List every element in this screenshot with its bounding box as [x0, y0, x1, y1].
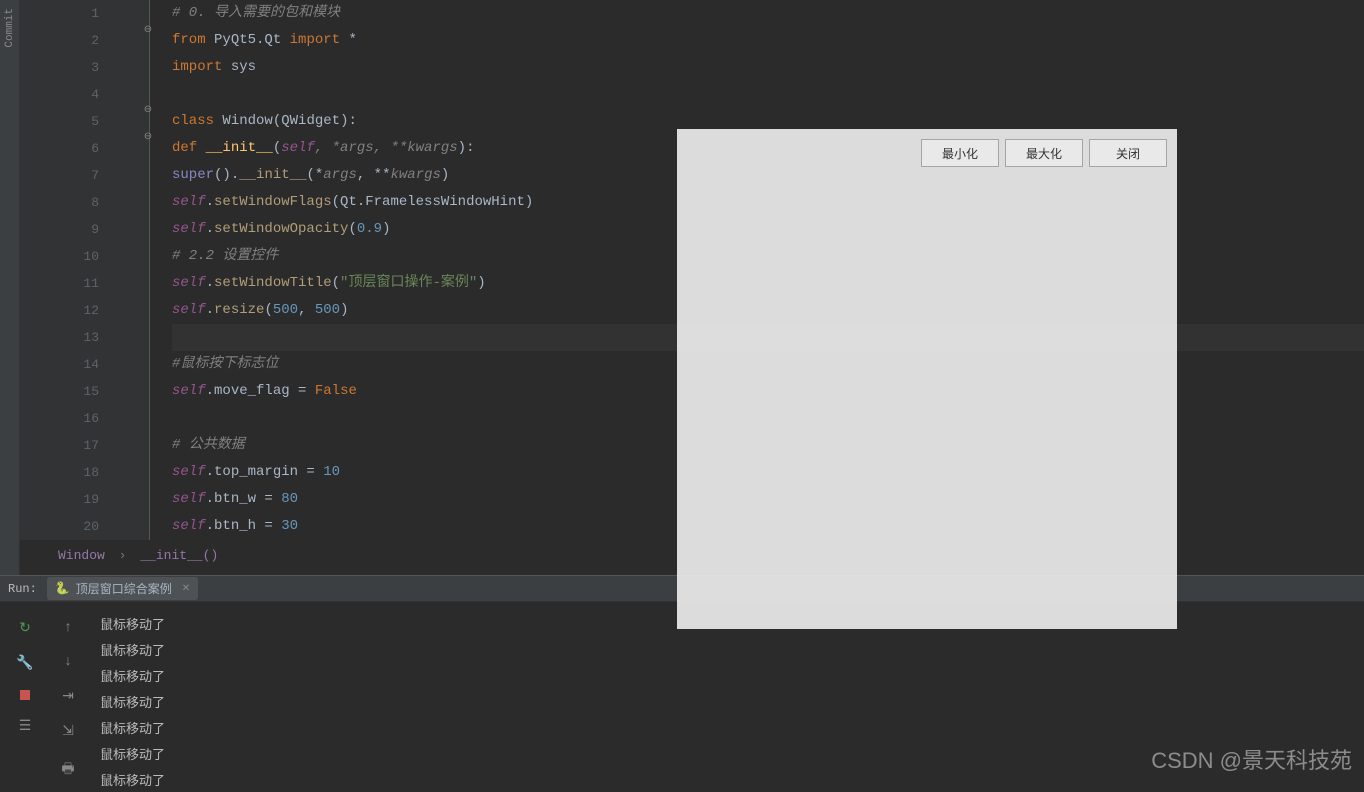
editor-gutter: 1234567891011121314151617181920: [20, 0, 150, 540]
fold-icon[interactable]: ⊖: [140, 131, 156, 143]
close-icon[interactable]: ✕: [182, 583, 190, 595]
scroll-end-icon[interactable]: ⇲: [62, 723, 74, 740]
code-line[interactable]: # 0. 导入需要的包和模块: [172, 0, 1364, 27]
line-number[interactable]: 1: [20, 0, 149, 27]
line-number[interactable]: 8: [20, 189, 149, 216]
line-number[interactable]: 6: [20, 135, 149, 162]
arrow-up-icon[interactable]: ↑: [64, 620, 72, 636]
arrow-down-icon[interactable]: ↓: [64, 654, 72, 670]
line-number[interactable]: 16: [20, 405, 149, 432]
console-line: 鼠标移动了: [100, 688, 1364, 714]
console-line: 鼠标移动了: [100, 636, 1364, 662]
run-subtoolbar: ↑ ↓ ⇥ ⇲ 🖶: [52, 602, 84, 787]
rerun-icon[interactable]: ↻: [19, 620, 31, 637]
line-number[interactable]: 13: [20, 324, 149, 351]
line-number[interactable]: 9: [20, 216, 149, 243]
run-label: Run:: [8, 582, 37, 596]
line-number[interactable]: 14: [20, 351, 149, 378]
breadcrumb-method[interactable]: __init__(): [140, 548, 218, 563]
watermark: CSDN @景天科技苑: [1151, 743, 1352, 775]
breadcrumb-class[interactable]: Window: [58, 548, 105, 563]
python-icon: 🐍: [55, 581, 70, 596]
sidebar-tab-commit[interactable]: Commit: [4, 8, 16, 48]
chevron-right-icon: ›: [119, 548, 127, 563]
line-number[interactable]: 2: [20, 27, 149, 54]
line-number[interactable]: 15: [20, 378, 149, 405]
line-number[interactable]: 18: [20, 459, 149, 486]
line-number[interactable]: 3: [20, 54, 149, 81]
print-icon[interactable]: 🖶: [61, 758, 74, 782]
code-line[interactable]: import sys: [172, 54, 1364, 81]
breadcrumb: Window › __init__(): [58, 548, 218, 563]
console-line: 鼠标移动了: [100, 662, 1364, 688]
line-number[interactable]: 10: [20, 243, 149, 270]
qt-button-row: 最小化 最大化 关闭: [677, 129, 1177, 177]
minimize-button[interactable]: 最小化: [921, 139, 999, 167]
run-toolbar: ↻ 🔧 ☰: [0, 602, 50, 787]
wrench-icon[interactable]: 🔧: [16, 655, 33, 672]
fold-icon[interactable]: ⊖: [140, 24, 156, 36]
line-number[interactable]: 12: [20, 297, 149, 324]
line-number[interactable]: 19: [20, 486, 149, 513]
maximize-button[interactable]: 最大化: [1005, 139, 1083, 167]
stop-icon[interactable]: [20, 690, 30, 700]
fold-icon[interactable]: ⊖: [140, 104, 156, 116]
close-button[interactable]: 关闭: [1089, 139, 1167, 167]
run-tab-name: 顶层窗口综合案例: [76, 580, 172, 597]
code-line[interactable]: from PyQt5.Qt import *: [172, 27, 1364, 54]
console-line: 鼠标移动了: [100, 714, 1364, 740]
line-number[interactable]: 17: [20, 432, 149, 459]
soft-wrap-icon[interactable]: ⇥: [62, 688, 74, 705]
code-line[interactable]: [172, 81, 1364, 108]
layout-icon[interactable]: ☰: [19, 718, 32, 735]
line-number[interactable]: 20: [20, 513, 149, 540]
line-number[interactable]: 4: [20, 81, 149, 108]
line-number[interactable]: 11: [20, 270, 149, 297]
line-number[interactable]: 7: [20, 162, 149, 189]
run-tab[interactable]: 🐍 顶层窗口综合案例 ✕: [47, 577, 198, 600]
qt-frameless-window[interactable]: 最小化 最大化 关闭: [677, 129, 1177, 629]
line-number[interactable]: 5: [20, 108, 149, 135]
